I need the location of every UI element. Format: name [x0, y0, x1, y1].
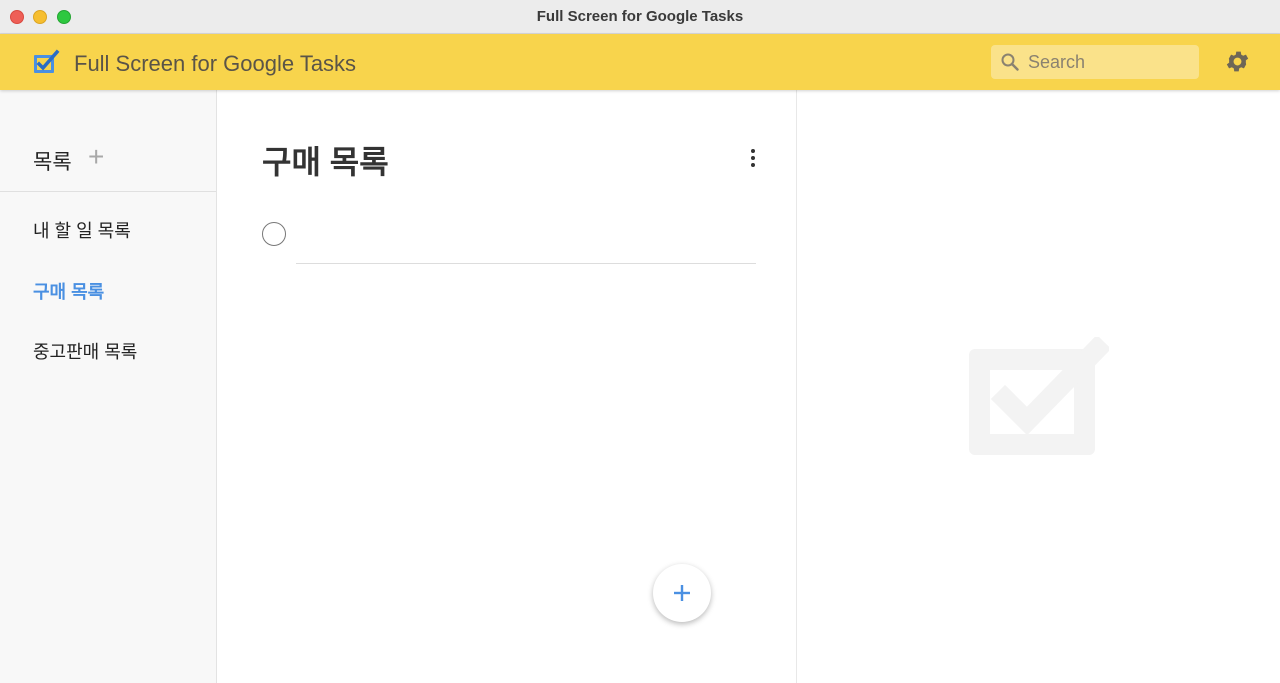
- plus-icon: [674, 585, 690, 601]
- sidebar-item-my-tasks[interactable]: 내 할 일 목록: [33, 217, 131, 243]
- sidebar-header: 목록 +: [0, 90, 216, 192]
- search-box[interactable]: [991, 45, 1199, 79]
- sidebar: 목록 + 내 할 일 목록 구매 목록 중고판매 목록: [0, 90, 217, 683]
- window-title: Full Screen for Google Tasks: [536, 8, 744, 25]
- search-input[interactable]: [1028, 45, 1193, 79]
- sidebar-title: 목록: [33, 151, 72, 174]
- app-header: Full Screen for Google Tasks: [0, 34, 1280, 90]
- checkbox-logo-icon: [34, 49, 60, 73]
- app-window: Full Screen for Google Tasks Full Screen…: [0, 0, 1280, 683]
- task-complete-checkbox[interactable]: [262, 222, 286, 246]
- add-list-button[interactable]: +: [88, 143, 110, 171]
- gear-icon[interactable]: [1224, 48, 1251, 75]
- sidebar-item-used-sales[interactable]: 중고판매 목록: [33, 338, 137, 364]
- sidebar-item-shopping[interactable]: 구매 목록: [33, 278, 104, 304]
- task-detail-panel: [796, 90, 1280, 683]
- search-icon: [1001, 53, 1019, 71]
- checkbox-watermark-icon: [969, 337, 1109, 455]
- task-list-panel: 구매 목록: [218, 90, 796, 683]
- add-task-button[interactable]: [653, 564, 711, 622]
- app-name: Full Screen for Google Tasks: [74, 51, 357, 76]
- new-task-row: [262, 222, 756, 264]
- new-task-input[interactable]: [296, 222, 756, 264]
- list-title: 구매 목록: [262, 144, 389, 180]
- more-vert-icon[interactable]: [748, 149, 758, 171]
- title-bar: Full Screen for Google Tasks: [0, 0, 1280, 34]
